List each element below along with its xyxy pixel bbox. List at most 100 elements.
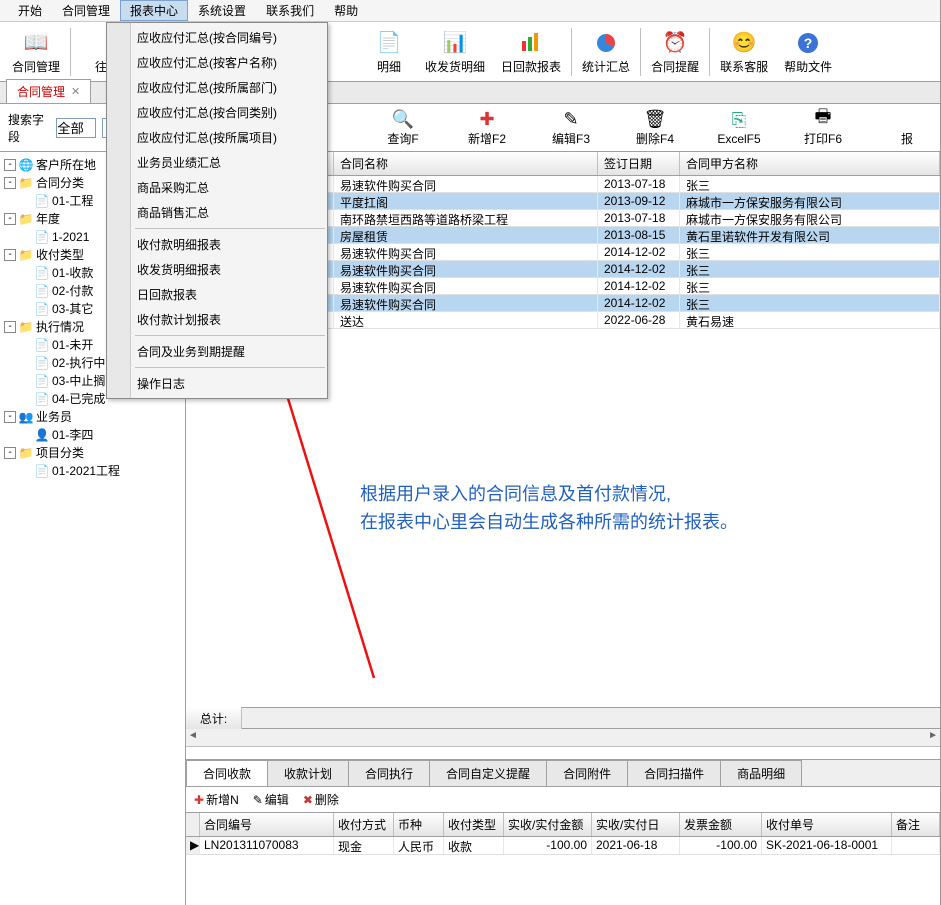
bcol-type[interactable]: 收付类型 xyxy=(444,813,504,836)
page-icon: 📄 xyxy=(34,392,50,406)
btn-add[interactable]: ✚新增F2 xyxy=(462,108,512,147)
tree-toggle-icon[interactable]: - xyxy=(4,321,16,333)
menu-item[interactable]: 应收应付汇总(按所属项目) xyxy=(107,125,327,150)
tb-contract-remind[interactable]: ⏰ 合同提醒 xyxy=(643,26,707,78)
bcol-currency[interactable]: 币种 xyxy=(394,813,444,836)
btab-attach[interactable]: 合同附件 xyxy=(546,760,628,786)
bcol-id[interactable]: 合同编号 xyxy=(200,813,334,836)
btab-custom-remind[interactable]: 合同自定义提醒 xyxy=(429,760,547,786)
excel-icon: ⎘ xyxy=(732,110,746,132)
btab-receipt[interactable]: 合同收款 xyxy=(186,760,268,786)
folder-icon: 📁 xyxy=(18,248,34,262)
close-icon[interactable]: ✕ xyxy=(71,85,80,98)
svg-text:?: ? xyxy=(804,35,813,51)
btab-goods[interactable]: 商品明细 xyxy=(720,760,802,786)
tb-stats-summary[interactable]: 统计汇总 xyxy=(574,26,638,78)
tree-label: 项目分类 xyxy=(36,444,84,462)
menu-start[interactable]: 开始 xyxy=(8,0,52,21)
tree-label: 合同分类 xyxy=(36,174,84,192)
doc-icon: 📄 xyxy=(375,29,403,57)
total-row: 总计: xyxy=(186,707,940,729)
btn-edit[interactable]: ✎编辑F3 xyxy=(546,108,596,147)
tree-toggle-icon[interactable]: - xyxy=(4,159,16,171)
menu-contract[interactable]: 合同管理 xyxy=(52,0,120,21)
menu-item[interactable]: 应收应付汇总(按客户名称) xyxy=(107,50,327,75)
menu-item[interactable]: 日回款报表 xyxy=(107,282,327,307)
menu-settings[interactable]: 系统设置 xyxy=(188,0,256,21)
search-field-select[interactable] xyxy=(56,118,96,138)
bbtn-edit[interactable]: ✎编辑 xyxy=(253,791,289,808)
menu-item[interactable]: 应收应付汇总(按所属部门) xyxy=(107,75,327,100)
bbtn-add[interactable]: ✚新增N xyxy=(194,791,239,808)
tb-shipping-detail[interactable]: 📊 收发货明细 xyxy=(417,26,493,78)
tree-node[interactable]: 📄01-2021工程 xyxy=(2,462,183,480)
bottom-row[interactable]: ▶ LN201311070083 现金 人民币 收款 -100.00 2021-… xyxy=(186,837,940,855)
search-field-label: 搜索字段 xyxy=(8,111,50,145)
tree-label: 01-收款 xyxy=(52,264,93,282)
bbtn-delete[interactable]: ✖删除 xyxy=(303,791,339,808)
menu-item[interactable]: 业务员业绩汇总 xyxy=(107,150,327,175)
menu-item[interactable]: 收付款明细报表 xyxy=(107,232,327,257)
btn-query[interactable]: 🔍查询F xyxy=(378,108,428,147)
menu-item[interactable]: 商品销售汇总 xyxy=(107,200,327,225)
tb-help-file[interactable]: ? 帮助文件 xyxy=(776,26,840,78)
menu-item[interactable]: 合同及业务到期提醒 xyxy=(107,339,327,364)
bcol-amount[interactable]: 实收/实付金额 xyxy=(504,813,592,836)
menu-item[interactable]: 收付款计划报表 xyxy=(107,307,327,332)
menu-item[interactable]: 操作日志 xyxy=(107,371,327,396)
tree-toggle-icon[interactable]: - xyxy=(4,213,16,225)
tree-label: 01-2021工程 xyxy=(52,462,120,480)
folder-icon: 📁 xyxy=(18,320,34,334)
menubar: 开始 合同管理 报表中心 系统设置 联系我们 帮助 xyxy=(0,0,940,22)
btn-report-trunc[interactable]: 报 xyxy=(882,108,932,147)
menu-help[interactable]: 帮助 xyxy=(324,0,368,21)
bottom-grid-header: 合同编号 收付方式 币种 收付类型 实收/实付金额 实收/实付日 发票金额 收付… xyxy=(186,813,940,837)
tree-toggle-icon[interactable]: - xyxy=(4,177,16,189)
tree-toggle-icon[interactable]: - xyxy=(4,411,16,423)
bcol-date[interactable]: 实收/实付日 xyxy=(592,813,680,836)
tree-node[interactable]: -📁项目分类 xyxy=(2,444,183,462)
btn-delete[interactable]: 🗑删除F4 xyxy=(630,108,680,147)
tb-detail[interactable]: 📄 明细 xyxy=(361,26,417,78)
delete-icon: 🗑 xyxy=(644,108,667,130)
menu-item[interactable]: 收发货明细报表 xyxy=(107,257,327,282)
tree-label: 04-已完成 xyxy=(52,390,105,408)
menu-contact[interactable]: 联系我们 xyxy=(256,0,324,21)
tree-toggle-icon[interactable]: - xyxy=(4,447,16,459)
tree-toggle-icon[interactable]: - xyxy=(4,249,16,261)
tree-node[interactable]: 👤01-李四 xyxy=(2,426,183,444)
bars-icon xyxy=(517,29,545,57)
tree-label: 03-其它 xyxy=(52,300,93,318)
btab-exec[interactable]: 合同执行 xyxy=(348,760,430,786)
tb-contract-manage[interactable]: 📖 合同管理 xyxy=(4,26,68,78)
page-icon: 📄 xyxy=(34,230,50,244)
menu-report-center[interactable]: 报表中心 xyxy=(120,0,188,21)
btn-excel[interactable]: ⎘ExcelF5 xyxy=(714,110,764,146)
btab-scan[interactable]: 合同扫描件 xyxy=(627,760,721,786)
pie-icon xyxy=(592,29,620,57)
folder-icon: 📁 xyxy=(18,446,34,460)
col-contract-name[interactable]: 合同名称 xyxy=(334,152,598,175)
bcol-marker xyxy=(186,813,200,836)
menu-item[interactable]: 商品采购汇总 xyxy=(107,175,327,200)
btn-print[interactable]: 🖶打印F6 xyxy=(798,108,848,147)
tree-label: 02-执行中 xyxy=(52,354,105,372)
bcol-slip[interactable]: 收付单号 xyxy=(762,813,892,836)
tree-node[interactable]: -👥业务员 xyxy=(2,408,183,426)
menu-item[interactable]: 应收应付汇总(按合同编号) xyxy=(107,25,327,50)
tree-label: 客户所在地 xyxy=(36,156,96,174)
col-sign-date[interactable]: 签订日期 xyxy=(598,152,680,175)
bcol-remark[interactable]: 备注 xyxy=(892,813,940,836)
tab-contract-manage[interactable]: 合同管理 ✕ xyxy=(6,79,91,103)
tb-daily-payback[interactable]: 日回款报表 xyxy=(493,26,569,78)
h-scrollbar[interactable] xyxy=(186,729,940,747)
col-party-a[interactable]: 合同甲方名称 xyxy=(680,152,940,175)
pencil-icon: ✎ xyxy=(253,793,263,807)
page-icon: 📄 xyxy=(34,266,50,280)
page-icon: 📄 xyxy=(34,302,50,316)
bcol-method[interactable]: 收付方式 xyxy=(334,813,394,836)
bcol-invoice[interactable]: 发票金额 xyxy=(680,813,762,836)
menu-item[interactable]: 应收应付汇总(按合同类别) xyxy=(107,100,327,125)
tb-support[interactable]: 😊 联系客服 xyxy=(712,26,776,78)
btab-plan[interactable]: 收款计划 xyxy=(267,760,349,786)
